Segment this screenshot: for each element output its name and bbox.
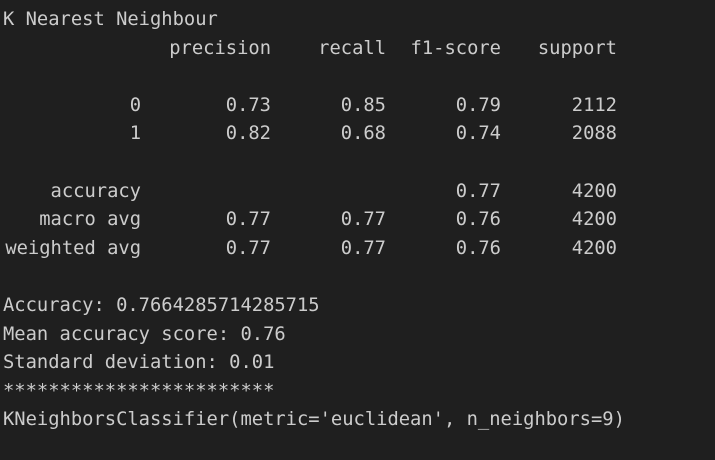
support-value: 4200 [571,180,617,202]
model-repr-line: KNeighborsClassifier(metric='euclidean',… [3,409,625,431]
header-cell-recall: recall [318,37,386,59]
header-cell-f1-score: f1-score [410,37,501,59]
support-value: 2088 [571,123,617,145]
support-value: 2112 [571,94,617,116]
row-label: accuracy [50,180,141,202]
row-label: 0 [129,94,141,116]
row-label: macro avg [39,209,141,231]
precision-value: 0.73 [225,94,271,116]
f1-score-value: 0.77 [455,180,501,202]
recall-value: 0.77 [340,209,386,231]
std-deviation-line: Standard deviation: 0.01 [3,352,275,374]
header-cell-support: support [537,37,617,59]
f1-score-value: 0.76 [455,209,501,231]
report-row-class-0: 0 0.73 0.85 0.79 2112 [3,92,715,121]
recall-value: 0.85 [340,94,386,116]
support-value: 4200 [571,209,617,231]
precision-value: 0.77 [225,209,271,231]
recall-value [271,178,386,207]
report-row-macro-avg: macro avg 0.77 0.77 0.76 4200 [3,206,715,235]
precision-value: 0.82 [225,123,271,145]
header-cell-label [3,35,141,64]
console-output: K Nearest Neighbour precision recall f1-… [0,0,715,460]
report-row-class-1: 1 0.82 0.68 0.74 2088 [3,120,715,149]
f1-score-value: 0.76 [455,237,501,259]
precision-value: 0.77 [225,237,271,259]
separator-line: ************************ [3,380,275,402]
precision-value [141,178,271,207]
report-row-weighted-avg: weighted avg 0.77 0.77 0.76 4200 [3,235,715,264]
f1-score-value: 0.79 [455,94,501,116]
row-label: 1 [129,123,141,145]
mean-accuracy-line: Mean accuracy score: 0.76 [3,323,286,345]
report-row-accuracy: accuracy 0.77 4200 [3,178,715,207]
report-title: K Nearest Neighbour [3,9,218,30]
accuracy-line: Accuracy: 0.7664285714285715 [3,294,320,316]
report-header-row: precision recall f1-score support [3,35,715,64]
row-label: weighted avg [5,237,141,259]
recall-value: 0.68 [340,123,386,145]
header-cell-precision: precision [169,37,271,59]
recall-value: 0.77 [340,237,386,259]
support-value: 4200 [571,237,617,259]
f1-score-value: 0.74 [455,123,501,145]
